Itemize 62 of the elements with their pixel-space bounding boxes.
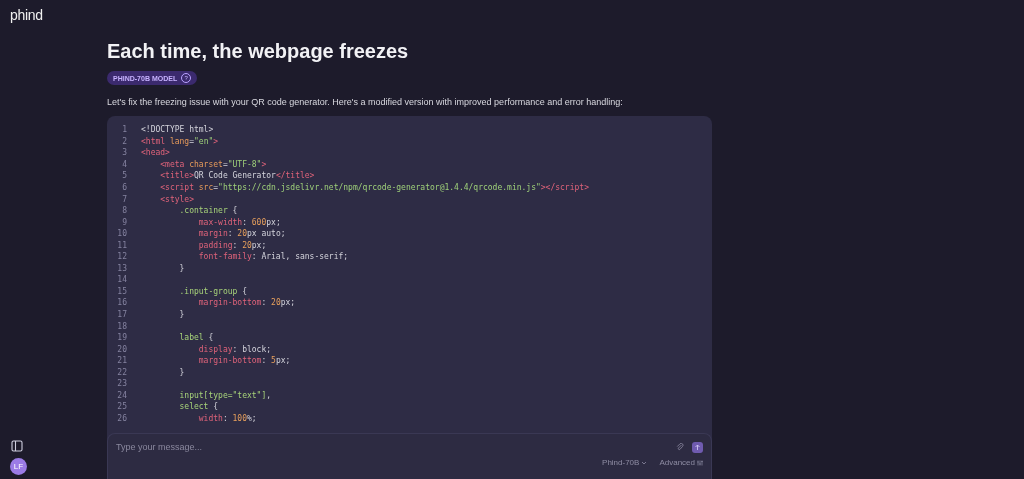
code-line: margin-bottom: 20px; xyxy=(197,298,296,308)
code-line: } xyxy=(178,263,185,273)
send-button[interactable] xyxy=(692,441,703,453)
chat-title: Each time, the webpage freezes xyxy=(107,40,409,63)
sidebar-toggle-icon[interactable] xyxy=(11,440,23,452)
advanced-button[interactable]: Advanced xyxy=(659,458,703,467)
user-avatar[interactable]: LF xyxy=(10,458,27,475)
line-number: 4 xyxy=(121,159,127,169)
line-number: 21 xyxy=(116,356,127,366)
line-number: 13 xyxy=(116,263,127,273)
code-line: <script src="https://cdn.jsdelivr.net/npm/qrcode-generator@1.4.4/qrcode.min.js"></script> xyxy=(159,183,589,192)
line-number: 20 xyxy=(116,344,127,354)
line-number: 23 xyxy=(116,379,127,389)
code-line: <style> xyxy=(159,194,194,204)
sliders-icon xyxy=(697,459,703,466)
line-number: 18 xyxy=(116,321,127,331)
line-number: 22 xyxy=(116,367,127,377)
code-line: input[type="text"], xyxy=(178,390,272,400)
line-number: 19 xyxy=(116,333,127,343)
code-line: max-width: 600px; xyxy=(197,217,281,227)
code-line: <!DOCTYPE html> xyxy=(141,125,214,135)
code-line: <head> xyxy=(141,148,170,158)
code-line: display: block; xyxy=(197,344,272,354)
line-number: 15 xyxy=(116,286,127,296)
code-line: <html lang="en"> xyxy=(141,136,219,146)
logo[interactable]: phind xyxy=(10,7,43,23)
line-number: 3 xyxy=(121,148,127,158)
line-number: 7 xyxy=(121,194,127,204)
line-number: 2 xyxy=(121,136,127,146)
paperclip-icon[interactable] xyxy=(676,443,684,451)
code-line: margin: 20px auto; xyxy=(197,229,286,239)
model-selector[interactable]: Phind-70B xyxy=(602,458,648,467)
answer-text: Let's fix the freezing issue with your QR code generator. Here's a modified version with improved performance and error handling: xyxy=(107,97,623,107)
code-line: padding: 20px; xyxy=(197,240,267,250)
line-number: 25 xyxy=(116,402,127,412)
code-line: font-family: Arial, sans-serif; xyxy=(197,252,349,262)
line-number: 12 xyxy=(116,252,127,262)
code-line: width: 100%; xyxy=(197,413,257,423)
line-number: 1 xyxy=(121,125,127,135)
line-number: 5 xyxy=(121,171,127,181)
code-line: select { xyxy=(178,402,219,412)
line-number: 6 xyxy=(121,183,127,192)
caret-icon xyxy=(641,460,648,465)
code-line: } xyxy=(178,367,185,377)
line-number: 14 xyxy=(116,275,127,285)
code-line: <meta charset="UTF-8"> xyxy=(159,159,267,169)
code-line: .container { xyxy=(178,206,238,216)
line-number: 8 xyxy=(121,206,127,216)
line-number: 16 xyxy=(116,298,127,308)
line-number: 26 xyxy=(116,413,127,423)
code-line: } xyxy=(178,310,185,319)
code-line: margin-bottom: 5px; xyxy=(197,356,291,366)
line-number: 17 xyxy=(116,310,127,319)
arrow-up-icon xyxy=(694,443,701,451)
line-number: 11 xyxy=(116,240,127,250)
line-number: 10 xyxy=(116,229,127,239)
code-line: .input-group { xyxy=(178,286,247,296)
line-number: 24 xyxy=(116,390,127,400)
code-line: <title>QR Code Generator</title> xyxy=(159,171,315,181)
message-input[interactable]: Type your message... xyxy=(116,438,416,456)
code-line: label { xyxy=(178,333,214,343)
line-number: 9 xyxy=(121,217,127,227)
